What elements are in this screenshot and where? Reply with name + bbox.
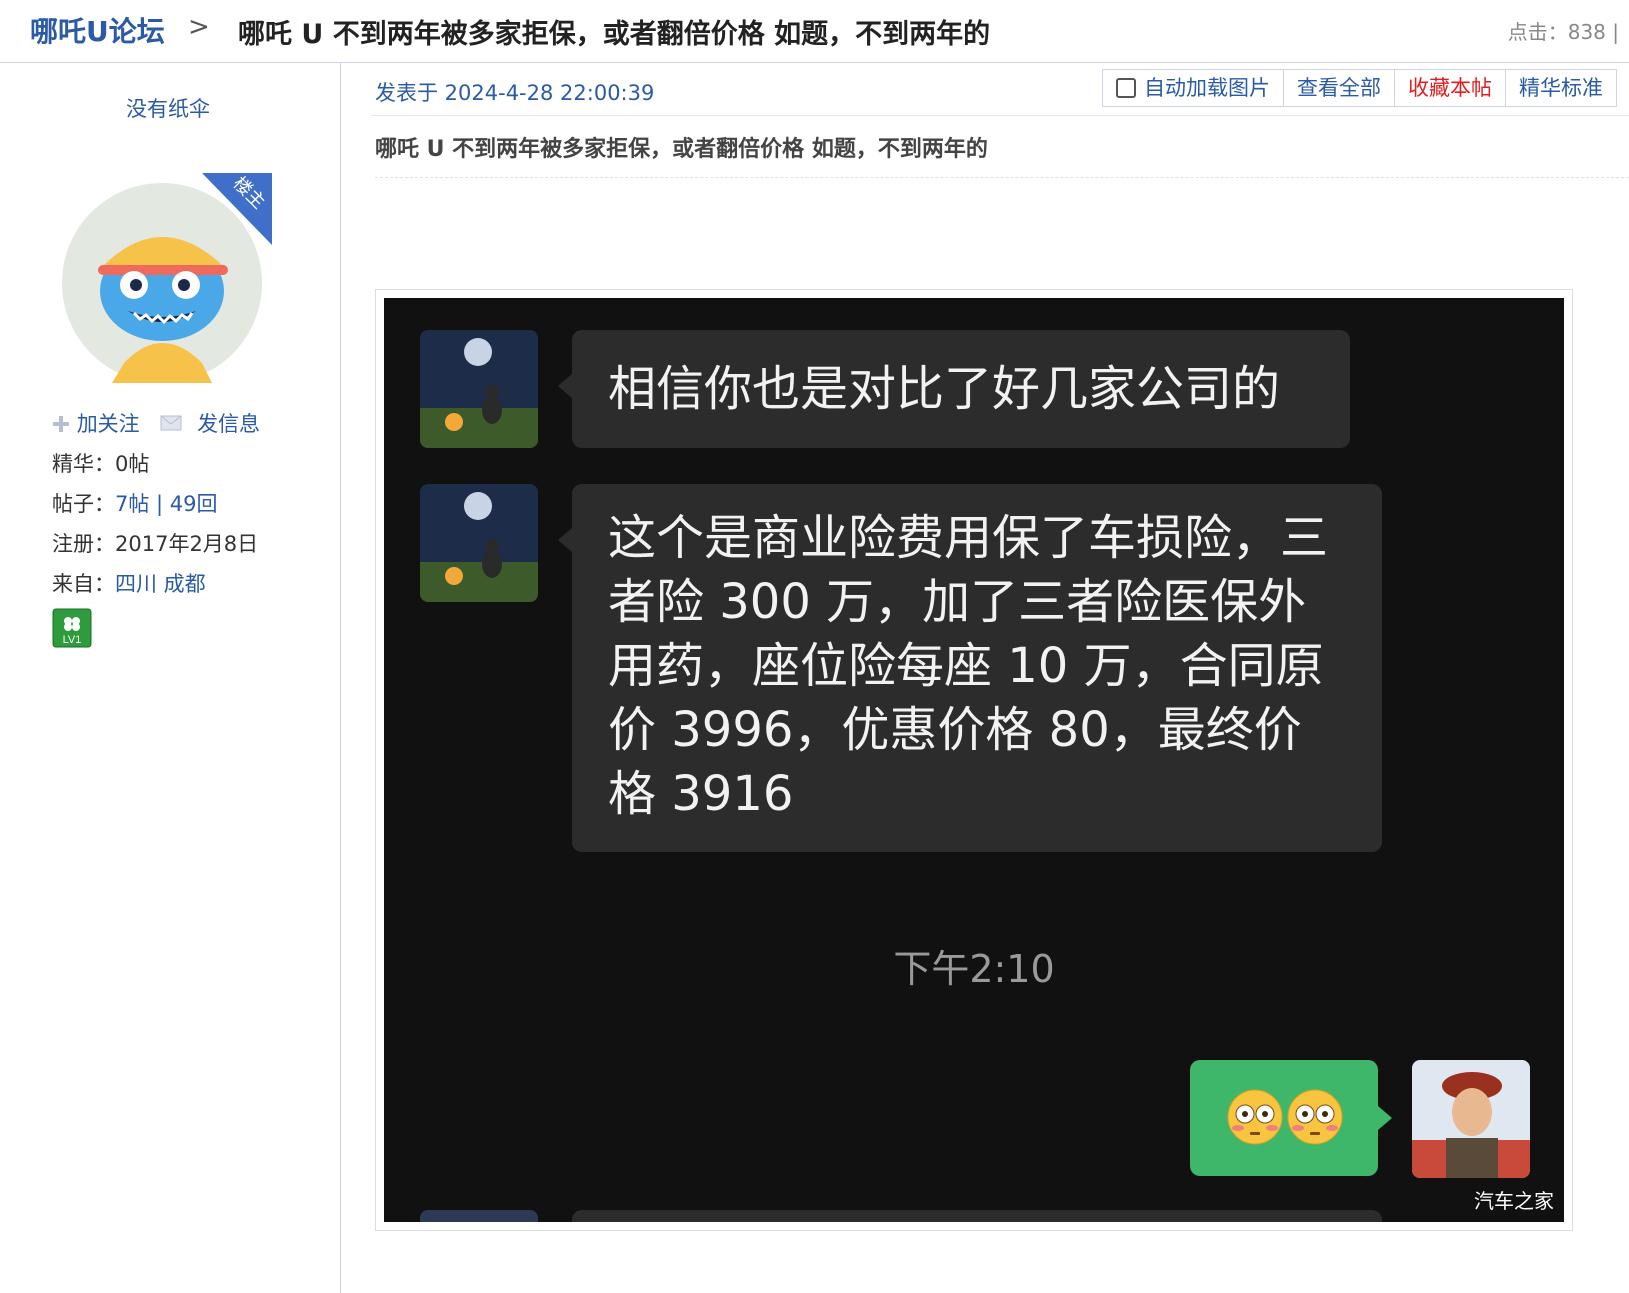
author-location: 来自：四川 成都 [52,572,206,596]
author-digest: 精华：0帖 [52,452,150,476]
chat-message: 这个是商业险费用保了车损险，三者险 300 万，加了三者险医保外用药，座位险每座… [558,484,1382,852]
flushed-emoji-icon [1287,1089,1343,1145]
author-sidebar: 没有纸伞 楼主 加关注 发信息 精华：0帖 帖子：7帖 | 49回 注册：201… [0,63,341,1293]
chat-message [572,1210,1382,1222]
post-toolbar: 自动加载图片 查看全部 收藏本帖 精华标准 [1102,69,1617,107]
breadcrumb-separator: > [188,12,210,42]
post-image[interactable]: 相信你也是对比了好几家公司的 这个是商业险费用保了车损险，三者险 300 万，加… [375,289,1573,1231]
favorite-button[interactable]: 收藏本帖 [1394,70,1505,106]
digest-standard-link[interactable]: 精华标准 [1505,70,1616,106]
location-link[interactable]: 四川 成都 [115,572,206,596]
divider [371,115,1629,116]
author-avatar[interactable]: 楼主 [62,173,272,383]
author-actions: 加关注 发信息 [52,408,260,438]
forum-name-link[interactable]: 哪吒U论坛 [30,10,165,50]
author-posts: 帖子：7帖 | 49回 [52,492,218,516]
register-date: 2017年2月8日 [115,532,259,556]
plus-icon [53,416,69,432]
chat-message: 相信你也是对比了好几家公司的 [558,330,1350,448]
posts-count-link[interactable]: 7帖 | 49回 [115,492,218,516]
follow-label: 加关注 [76,412,140,436]
contact-avatar [420,1210,538,1222]
post-main: 发表于 2024-4-28 22:00:39 自动加载图片 查看全部 收藏本帖 … [341,63,1629,1293]
digest-count: 0帖 [115,452,150,476]
flushed-emoji-icon [1227,1089,1283,1145]
view-all-button[interactable]: 查看全部 [1283,70,1394,106]
checkbox[interactable] [1116,78,1136,98]
own-chat-message [1190,1060,1392,1176]
chat-screenshot: 相信你也是对比了好几家公司的 这个是商业险费用保了车损险，三者险 300 万，加… [384,298,1564,1222]
top-bar: 哪吒U论坛 > 哪吒 U 不到两年被多家拒保，或者翻倍价格 如题，不到两年的 点… [0,0,1629,63]
hit-count: 点击：838 | [1507,20,1619,44]
divider [375,177,1629,178]
own-avatar [1412,1060,1530,1178]
image-watermark: 汽车之家 [1474,1189,1554,1213]
send-message-button[interactable]: 发信息 [160,408,260,438]
contact-avatar [420,330,538,448]
post-timestamp: 发表于 2024-4-28 22:00:39 [375,81,655,105]
auto-load-images-toggle[interactable]: 自动加载图片 [1103,70,1283,106]
level-label: LV1 [63,634,82,646]
envelope-icon [160,415,182,431]
contact-avatar [420,484,538,602]
post-title: 哪吒 U 不到两年被多家拒保，或者翻倍价格 如题，不到两年的 [375,137,988,162]
author-registered: 注册：2017年2月8日 [52,532,259,556]
level-badge-icon: LV1 [52,608,92,648]
thread-title: 哪吒 U 不到两年被多家拒保，或者翻倍价格 如题，不到两年的 [238,19,991,50]
send-message-label: 发信息 [197,412,261,436]
author-username[interactable]: 没有纸伞 [0,93,336,123]
chat-timestamp: 下午2:10 [893,947,1055,991]
follow-button[interactable]: 加关注 [52,408,140,438]
